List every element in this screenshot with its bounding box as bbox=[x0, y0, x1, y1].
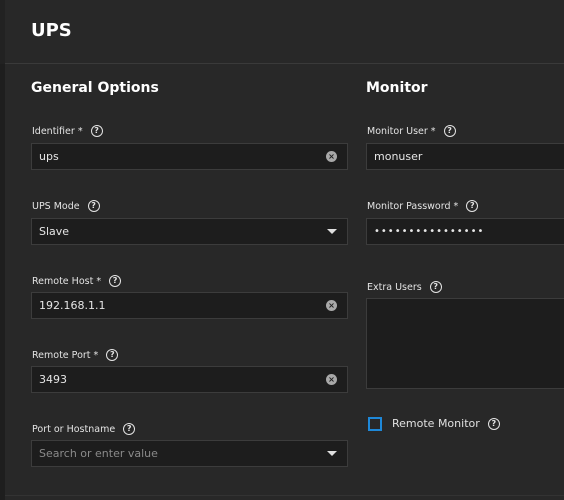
monitor-user-value: monuser bbox=[374, 150, 423, 163]
identifier-label: Identifier * ? bbox=[32, 125, 103, 137]
remote-port-label: Remote Port * ? bbox=[32, 349, 119, 361]
remote-monitor-checkbox[interactable] bbox=[368, 417, 382, 431]
monitor-password-label: Monitor Password * ? bbox=[367, 200, 479, 212]
port-or-hostname-select[interactable]: Search or enter value bbox=[31, 440, 348, 467]
port-or-hostname-label-text: Port or Hostname bbox=[32, 423, 116, 435]
help-icon[interactable]: ? bbox=[429, 281, 442, 293]
extra-users-label: Extra Users ? bbox=[367, 281, 442, 293]
help-icon[interactable]: ? bbox=[487, 417, 500, 430]
help-icon[interactable]: ? bbox=[106, 349, 119, 361]
help-icon[interactable]: ? bbox=[466, 200, 479, 212]
header-edge bbox=[0, 0, 5, 64]
help-icon[interactable]: ? bbox=[443, 125, 456, 137]
help-icon[interactable]: ? bbox=[123, 423, 136, 435]
monitor-password-input[interactable]: •••••••••••••••• bbox=[366, 218, 564, 245]
monitor-user-input[interactable]: monuser bbox=[366, 143, 564, 170]
remote-host-value: 192.168.1.1 bbox=[39, 299, 106, 312]
remote-host-label-text: Remote Host * bbox=[32, 275, 102, 287]
remote-host-input[interactable]: 192.168.1.1 × bbox=[31, 292, 348, 319]
ups-mode-label-text: UPS Mode bbox=[32, 200, 80, 212]
ups-mode-value: Slave bbox=[39, 225, 70, 238]
monitor-password-label-text: Monitor Password * bbox=[367, 200, 459, 212]
monitor-user-label-text: Monitor User * bbox=[367, 125, 436, 137]
identifier-label-text: Identifier * bbox=[32, 125, 83, 137]
monitor-title: Monitor bbox=[366, 80, 428, 96]
clear-icon[interactable]: × bbox=[326, 300, 337, 311]
divider bbox=[5, 495, 564, 496]
chevron-down-icon bbox=[327, 229, 337, 234]
remote-host-label: Remote Host * ? bbox=[32, 275, 122, 287]
help-icon[interactable]: ? bbox=[90, 125, 103, 137]
page-header: UPS bbox=[0, 0, 564, 64]
chevron-down-icon bbox=[327, 451, 337, 456]
general-options-title: General Options bbox=[31, 80, 159, 96]
port-or-hostname-label: Port or Hostname ? bbox=[32, 423, 136, 435]
help-icon[interactable]: ? bbox=[87, 200, 100, 212]
monitor-password-value: •••••••••••••••• bbox=[374, 226, 485, 237]
extra-users-label-text: Extra Users bbox=[367, 281, 422, 293]
identifier-value: ups bbox=[39, 150, 59, 163]
clear-icon[interactable]: × bbox=[326, 151, 337, 162]
remote-port-label-text: Remote Port * bbox=[32, 349, 99, 361]
port-or-hostname-placeholder: Search or enter value bbox=[39, 447, 158, 460]
remote-monitor-label: Remote Monitor ? bbox=[392, 417, 500, 430]
identifier-input[interactable]: ups × bbox=[31, 143, 348, 170]
ups-mode-label: UPS Mode ? bbox=[32, 200, 100, 212]
remote-port-value: 3493 bbox=[39, 373, 67, 386]
clear-icon[interactable]: × bbox=[326, 374, 337, 385]
page-title: UPS bbox=[31, 20, 72, 41]
remote-monitor-label-text: Remote Monitor bbox=[392, 417, 480, 430]
help-icon[interactable]: ? bbox=[109, 275, 122, 287]
extra-users-textarea[interactable] bbox=[366, 298, 564, 389]
ups-mode-select[interactable]: Slave bbox=[31, 218, 348, 245]
monitor-user-label: Monitor User * ? bbox=[367, 125, 456, 137]
remote-port-input[interactable]: 3493 × bbox=[31, 366, 348, 393]
